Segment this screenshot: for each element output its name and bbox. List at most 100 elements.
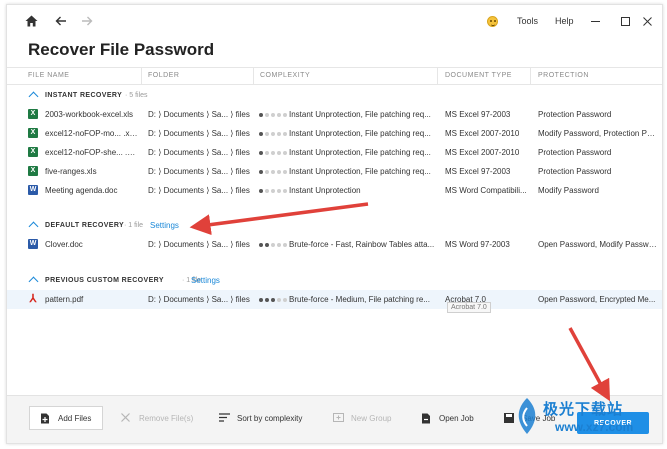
group-count: · 5 files: [125, 92, 148, 99]
complexity-dot: [283, 243, 287, 247]
complexity-dot: [283, 113, 287, 117]
menu-help[interactable]: Help: [555, 16, 574, 26]
file-name: pattern.pdf: [45, 295, 84, 304]
folder: D: ⟩ Documents ⟩ Sa... ⟩ files: [148, 167, 250, 176]
group-header[interactable]: INSTANT RECOVERY · 5 files: [7, 87, 662, 105]
complexity-dot: [265, 298, 269, 302]
complexity-dot: [265, 189, 269, 193]
group-header[interactable]: DEFAULT RECOVERY · 1 file Settings: [7, 217, 662, 235]
document-type: MS Word Compatibili...: [445, 186, 527, 195]
complexity-dot: [277, 189, 281, 193]
minimize-icon[interactable]: [587, 12, 603, 30]
complexity-dot: [271, 113, 275, 117]
pdf-file-icon: ⅄: [29, 293, 37, 305]
complexity: Brute-force - Medium, File patching re..…: [289, 295, 430, 304]
document-type: MS Word 97-2003: [445, 240, 510, 249]
complexity-dot: [265, 170, 269, 174]
add-files-label: Add Files: [58, 413, 92, 423]
document-type: MS Excel 97-2003: [445, 110, 511, 119]
complexity-dot: [259, 298, 263, 302]
complexity-dot: [265, 151, 269, 155]
file-name: excel12-noFOP-mo... .xlsx: [45, 129, 139, 138]
excel-file-icon: X: [28, 147, 38, 157]
document-type: MS Excel 97-2003: [445, 167, 511, 176]
add-files-button[interactable]: Add Files: [29, 406, 103, 430]
arrow-left-icon[interactable]: [53, 12, 69, 30]
word-file-icon: W: [28, 239, 38, 249]
word-file-icon: W: [28, 185, 38, 195]
group-settings-link[interactable]: Settings: [191, 276, 220, 285]
complexity-dot: [277, 298, 281, 302]
complexity-indicator: [259, 113, 287, 117]
group-count: · 1 file: [124, 222, 144, 229]
protection: Protection Password: [538, 110, 612, 119]
complexity-dot: [259, 243, 263, 247]
table-row[interactable]: Xexcel12-noFOP-she... .xlsx D: ⟩ Document…: [7, 143, 662, 162]
excel-file-icon: X: [28, 109, 38, 119]
complexity-indicator: [259, 151, 287, 155]
complexity-dot: [259, 189, 263, 193]
complexity-dot: [259, 170, 263, 174]
protection: Open Password, Modify Passwo...: [538, 240, 658, 249]
table-row[interactable]: W Clover.doc D: ⟩ Documents ⟩ Sa... ⟩ file…: [7, 235, 662, 254]
complexity-dot: [265, 132, 269, 136]
table-row[interactable]: W Meeting agenda.doc D: ⟩ Documents ⟩ Sa..…: [7, 181, 662, 200]
table-row[interactable]: Xexcel12-noFOP-mo... .xlsx D: ⟩ Documents…: [7, 124, 662, 143]
new-group-button[interactable]: New Group: [333, 406, 391, 430]
complexity-dot: [259, 132, 263, 136]
remove-files-label: Remove File(s): [139, 413, 194, 423]
complexity-dot: [265, 113, 269, 117]
file-name: 2003-workbook-excel.xls: [45, 110, 134, 119]
complexity-dot: [277, 151, 281, 155]
smiley-icon[interactable]: [487, 16, 498, 27]
chevron-up-icon[interactable]: [28, 221, 39, 232]
chevron-up-icon[interactable]: [28, 276, 39, 287]
complexity-dot: [277, 132, 281, 136]
save-icon: [504, 413, 514, 423]
complexity-dot: [283, 151, 287, 155]
complexity-dot: [277, 243, 281, 247]
group-settings-link[interactable]: Settings: [150, 221, 179, 230]
group-header[interactable]: PREVIOUS CUSTOM RECOVERY · 1 file Settings: [7, 272, 662, 290]
complexity-dot: [271, 298, 275, 302]
folder: D: ⟩ Documents ⟩ Sa... ⟩ files: [148, 186, 250, 195]
group-title: DEFAULT RECOVERY: [45, 222, 125, 229]
close-icon[interactable]: [639, 12, 655, 30]
home-icon[interactable]: [23, 12, 39, 30]
column-file-name[interactable]: FILE NAME: [28, 72, 69, 79]
column-folder[interactable]: FOLDER: [148, 72, 179, 79]
column-document-type[interactable]: DOCUMENT TYPE: [445, 72, 512, 79]
sort-by-complexity-button[interactable]: Sort by complexity: [219, 406, 302, 430]
document-type: MS Excel 2007-2010: [445, 148, 520, 157]
complexity-indicator: [259, 132, 287, 136]
folder: D: ⟩ Documents ⟩ Sa... ⟩ files: [148, 129, 250, 138]
complexity-indicator: [259, 170, 287, 174]
complexity-dot: [259, 151, 263, 155]
complexity: Instant Unprotection, File patching req.…: [289, 129, 431, 138]
remove-files-button[interactable]: Remove File(s): [121, 406, 193, 430]
column-complexity[interactable]: COMPLEXITY: [260, 72, 310, 79]
complexity: Brute-force - Fast, Rainbow Tables atta.…: [289, 240, 435, 249]
table-row[interactable]: ⅄ pattern.pdf D: ⟩ Documents ⟩ Sa... ⟩ fil…: [7, 290, 662, 309]
page-title: Recover File Password: [28, 40, 215, 59]
chevron-up-icon[interactable]: [28, 91, 39, 102]
file-name: excel12-noFOP-she... .xlsx: [45, 148, 139, 157]
complexity-dot: [283, 298, 287, 302]
complexity-dot: [271, 189, 275, 193]
excel-file-icon: X: [28, 128, 38, 138]
table-row[interactable]: Xfive-ranges.xls D: ⟩ Documents ⟩ Sa... ⟩…: [7, 162, 662, 181]
table-header: FILE NAME FOLDER COMPLEXITY DOCUMENT TYP…: [7, 67, 662, 85]
protection: Protection Password: [538, 148, 612, 157]
sort-label: Sort by complexity: [237, 413, 303, 423]
complexity-indicator: [259, 243, 287, 247]
maximize-icon[interactable]: [617, 12, 633, 30]
app-window: Tools Help Recover File Password FILE NA…: [6, 4, 663, 444]
watermark-text: 极光下载站: [543, 401, 624, 418]
column-protection[interactable]: PROTECTION: [538, 72, 589, 79]
complexity-dot: [259, 113, 263, 117]
new-group-label: New Group: [351, 413, 392, 423]
menu-tools[interactable]: Tools: [517, 16, 538, 26]
table-row[interactable]: X 2003-workbook-excel.xls D: ⟩ Documents ⟩…: [7, 105, 662, 124]
folder: D: ⟩ Documents ⟩ Sa... ⟩ files: [148, 110, 250, 119]
open-job-button[interactable]: Open Job: [421, 406, 474, 430]
